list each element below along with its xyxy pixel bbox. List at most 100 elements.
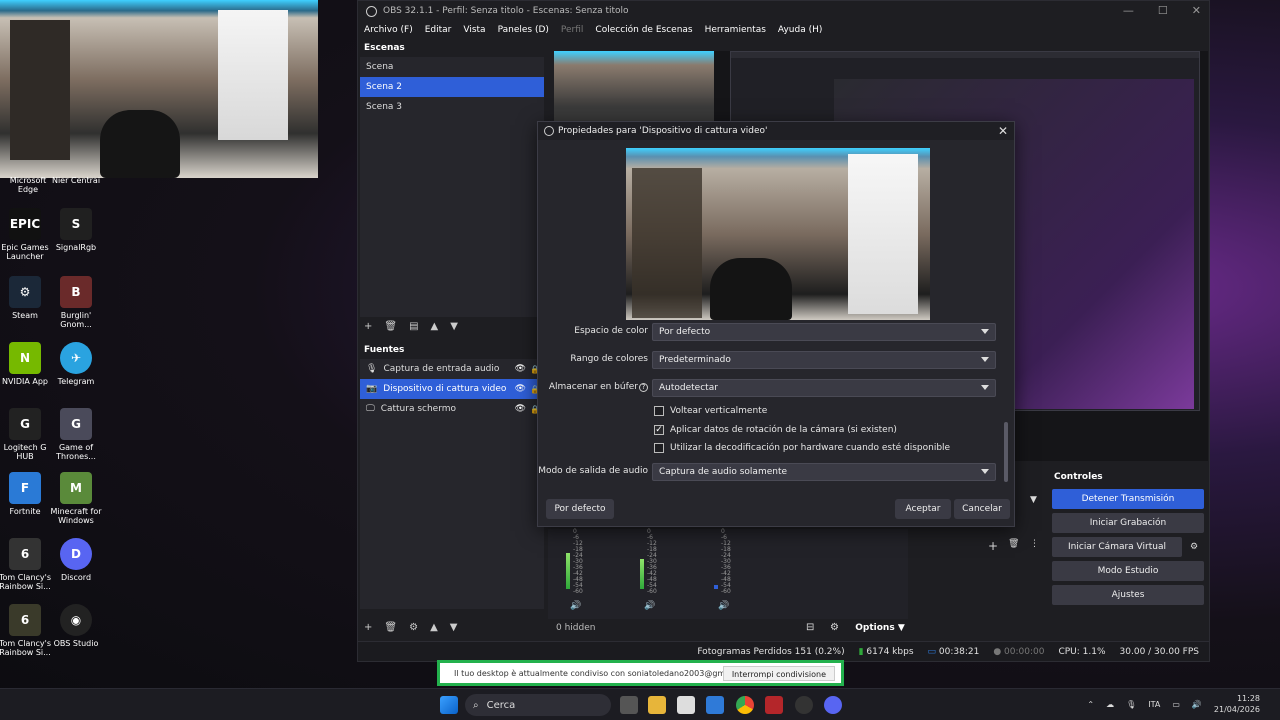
- transition-menu-icon[interactable]: ⋮: [1030, 539, 1039, 549]
- fortnite-icon: F: [9, 472, 41, 504]
- hw-decode-checkbox[interactable]: Utilizar la decodificación por hardware …: [654, 443, 950, 453]
- start-virtual-camera-button[interactable]: Iniciar Cámara Virtual: [1052, 537, 1182, 557]
- move-down-icon[interactable]: ▼: [450, 321, 458, 332]
- microphone-icon[interactable]: 🎙: [1126, 700, 1136, 709]
- source-item[interactable]: 🎙 Captura de entrada audio 👁 🔒: [360, 359, 544, 379]
- dialog-scrollbar[interactable]: [1004, 422, 1008, 482]
- desktop-icon-nier[interactable]: Nier Centrai: [48, 176, 104, 185]
- speaker-icon[interactable]: 🔊: [1192, 700, 1202, 709]
- options-dropdown[interactable]: Options ▼: [852, 619, 908, 637]
- audio-output-mode-select[interactable]: Captura de audio solamente: [652, 463, 996, 481]
- add-transition-icon[interactable]: +: [988, 539, 998, 553]
- file-explorer-icon[interactable]: [648, 696, 666, 714]
- color-space-select[interactable]: Por defecto: [652, 323, 996, 341]
- rainbow-six-icon: 6: [9, 604, 41, 636]
- move-up-icon[interactable]: ▲: [430, 622, 438, 633]
- desktop-icon-signalrgb[interactable]: S SignalRgb: [48, 208, 104, 252]
- source-item-selected[interactable]: 📷 Dispositivo di cattura video 👁 🔒: [360, 379, 544, 399]
- desktop-icon-ghub[interactable]: G Logitech G HUB: [0, 408, 53, 461]
- source-settings-icon[interactable]: ⚙: [409, 622, 418, 633]
- windows-start-icon[interactable]: [440, 696, 458, 714]
- scene-item[interactable]: Scena 3: [360, 97, 544, 117]
- color-range-select[interactable]: Predeterminado: [652, 351, 996, 369]
- close-icon[interactable]: ✕: [1192, 4, 1201, 17]
- checkbox-unchecked[interactable]: [654, 443, 664, 453]
- desktop-icon-steam[interactable]: ⚙ Steam: [0, 276, 53, 320]
- desktop-icon-rainbow1[interactable]: 6 Tom Clancy's Rainbow Si...: [0, 538, 53, 591]
- task-view-icon[interactable]: [620, 696, 638, 714]
- scene-item-selected[interactable]: Scena 2: [360, 77, 544, 97]
- flip-vertical-checkbox[interactable]: Voltear verticalmente: [654, 406, 767, 416]
- minimize-icon[interactable]: —: [1123, 4, 1134, 17]
- ok-button[interactable]: Aceptar: [895, 499, 951, 519]
- apply-rotation-checkbox[interactable]: ✓ Aplicar datos de rotación de la cámara…: [654, 425, 897, 435]
- desktop-icon-rainbow2[interactable]: 6 Tom Clancy's Rainbow Si...: [0, 604, 53, 657]
- checkbox-checked[interactable]: ✓: [654, 425, 664, 435]
- menu-paneles[interactable]: Paneles (D): [498, 25, 549, 35]
- menu-archivo[interactable]: Archivo (F): [364, 25, 413, 35]
- source-item[interactable]: 🖵 Cattura schermo 👁 🔒: [360, 399, 544, 419]
- help-icon[interactable]: ?: [639, 383, 648, 392]
- mixer-layout-icon[interactable]: ⊟: [806, 622, 814, 633]
- desktop-icon-discord[interactable]: D Discord: [48, 538, 104, 582]
- remove-source-icon[interactable]: 🗑: [384, 622, 397, 633]
- studio-mode-button[interactable]: Modo Estudio: [1052, 561, 1204, 581]
- menu-coleccion-escenas[interactable]: Colección de Escenas: [595, 25, 692, 35]
- menu-herramientas[interactable]: Herramientas: [705, 25, 766, 35]
- move-down-icon[interactable]: ▼: [450, 622, 458, 633]
- transition-dropdown-icon[interactable]: ▼: [1030, 495, 1037, 505]
- desktop-icon-minecraft[interactable]: M Minecraft for Windows: [48, 472, 104, 525]
- desktop-icon-obs[interactable]: ◉ OBS Studio: [48, 604, 104, 648]
- close-icon[interactable]: ✕: [998, 124, 1008, 138]
- add-source-icon[interactable]: +: [364, 622, 372, 633]
- desktop-icon-burglin[interactable]: B Burglin' Gnom...: [48, 276, 104, 329]
- checkbox-unchecked[interactable]: [654, 406, 664, 416]
- move-up-icon[interactable]: ▲: [431, 321, 439, 332]
- cancel-button[interactable]: Cancelar: [954, 499, 1010, 519]
- desktop-icon-got[interactable]: G Game of Thrones...: [48, 408, 104, 461]
- add-scene-icon[interactable]: +: [364, 321, 372, 332]
- network-icon[interactable]: ☁: [1106, 700, 1114, 709]
- settings-button[interactable]: Ajustes: [1052, 585, 1204, 605]
- desktop-icon-label: Minecraft for Windows: [50, 507, 102, 525]
- menu-ayuda[interactable]: Ayuda (H): [778, 25, 822, 35]
- chrome-icon[interactable]: [736, 696, 754, 714]
- defaults-button[interactable]: Por defecto: [546, 499, 614, 519]
- start-recording-button[interactable]: Iniciar Grabación: [1052, 513, 1204, 533]
- taskbar-search[interactable]: ⌕ Cerca: [465, 694, 611, 716]
- menu-vista[interactable]: Vista: [463, 25, 485, 35]
- desktop-icon-fortnite[interactable]: F Fortnite: [0, 472, 53, 516]
- buffering-select[interactable]: Autodetectar: [652, 379, 996, 397]
- menu-perfil[interactable]: Perfil: [561, 25, 584, 35]
- visibility-eye-icon[interactable]: 👁: [515, 384, 526, 394]
- maximize-icon[interactable]: ☐: [1158, 4, 1168, 17]
- stop-streaming-button[interactable]: Detener Transmisión: [1052, 489, 1204, 509]
- microphone-icon: 🎙: [366, 364, 378, 374]
- scene-item[interactable]: Scena: [360, 57, 544, 77]
- visibility-eye-icon[interactable]: 👁: [515, 364, 526, 374]
- desktop-icon-telegram[interactable]: ✈ Telegram: [48, 342, 104, 386]
- volume-speaker-icon[interactable]: 🔊: [644, 601, 655, 611]
- rainbow-six-taskbar-icon[interactable]: [765, 696, 783, 714]
- mail-icon[interactable]: [706, 696, 724, 714]
- remove-transition-icon[interactable]: 🗑: [1008, 539, 1019, 549]
- virtual-camera-settings-icon[interactable]: ⚙: [1190, 542, 1198, 552]
- chevron-up-icon[interactable]: ⌃: [1087, 700, 1094, 709]
- scene-filters-icon[interactable]: ▤: [409, 321, 418, 332]
- volume-speaker-icon[interactable]: 🔊: [718, 601, 729, 611]
- volume-speaker-icon[interactable]: 🔊: [570, 601, 581, 611]
- language-indicator[interactable]: ITA: [1148, 700, 1160, 709]
- remove-scene-icon[interactable]: 🗑: [384, 321, 397, 332]
- discord-taskbar-icon[interactable]: [824, 696, 842, 714]
- visibility-eye-icon[interactable]: 👁: [515, 404, 526, 414]
- obs-taskbar-icon[interactable]: [795, 696, 813, 714]
- desktop-icon-nvidia[interactable]: N NVIDIA App: [0, 342, 53, 386]
- store-icon[interactable]: [677, 696, 695, 714]
- stop-sharing-button[interactable]: Interrompi condivisione: [722, 666, 835, 681]
- mixer-settings-icon[interactable]: ⚙: [830, 622, 839, 633]
- wifi-icon[interactable]: ▭: [1172, 700, 1180, 709]
- clock[interactable]: 11:28 21/04/2026: [1214, 693, 1260, 715]
- menu-editar[interactable]: Editar: [425, 25, 452, 35]
- desktop-icon-epic[interactable]: EPIC Epic Games Launcher: [0, 208, 53, 261]
- fps: 30.00 / 30.00 FPS: [1119, 646, 1199, 657]
